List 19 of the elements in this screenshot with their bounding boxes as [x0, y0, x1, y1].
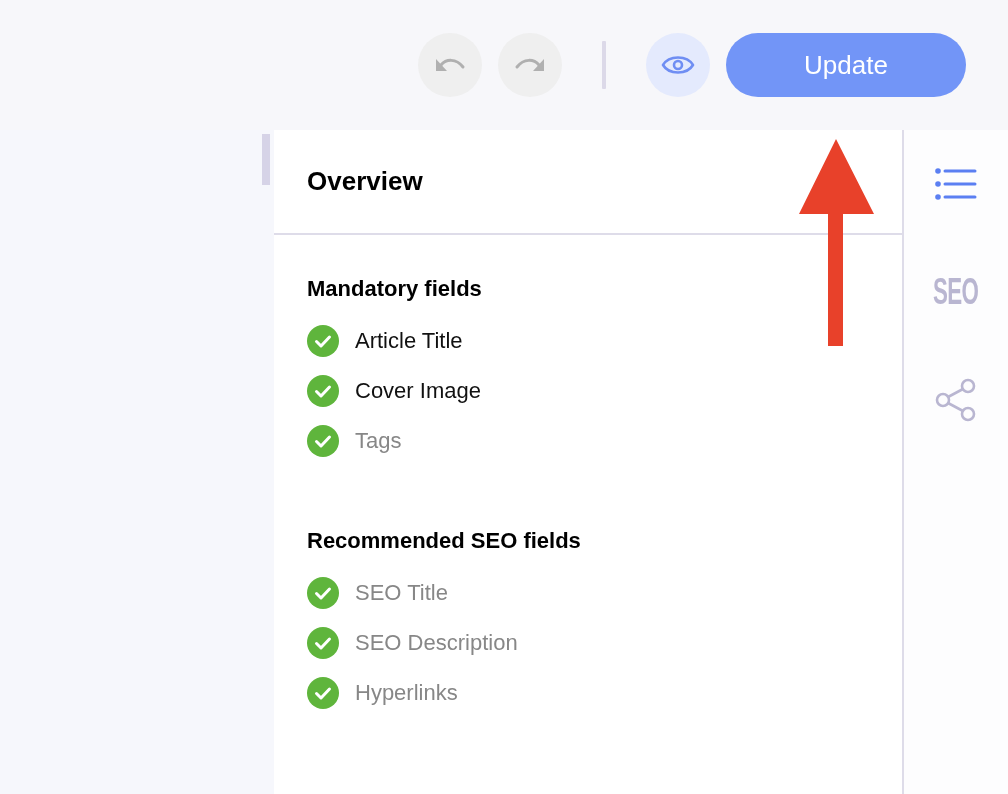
field-label: Article Title: [355, 328, 463, 354]
section-heading: Recommended SEO fields: [307, 527, 581, 555]
redo-icon: [514, 57, 546, 73]
field-label: Cover Image: [355, 378, 481, 404]
field-label: Tags: [355, 428, 402, 454]
share-icon: [935, 377, 977, 423]
list-icon: [935, 168, 977, 200]
update-button[interactable]: Update: [726, 33, 966, 97]
eye-icon: [661, 53, 695, 77]
scrollbar-thumb[interactable]: [262, 134, 270, 185]
field-label: Hyperlinks: [355, 680, 458, 706]
panel-title: Overview: [307, 166, 423, 197]
outline-tab[interactable]: [935, 168, 977, 200]
section-heading: Mandatory fields: [307, 275, 482, 303]
field-label: SEO Description: [355, 630, 518, 656]
undo-icon: [434, 57, 466, 73]
seo-tab[interactable]: SEO: [933, 277, 979, 307]
field-label: SEO Title: [355, 580, 448, 606]
share-tab[interactable]: [935, 377, 977, 423]
